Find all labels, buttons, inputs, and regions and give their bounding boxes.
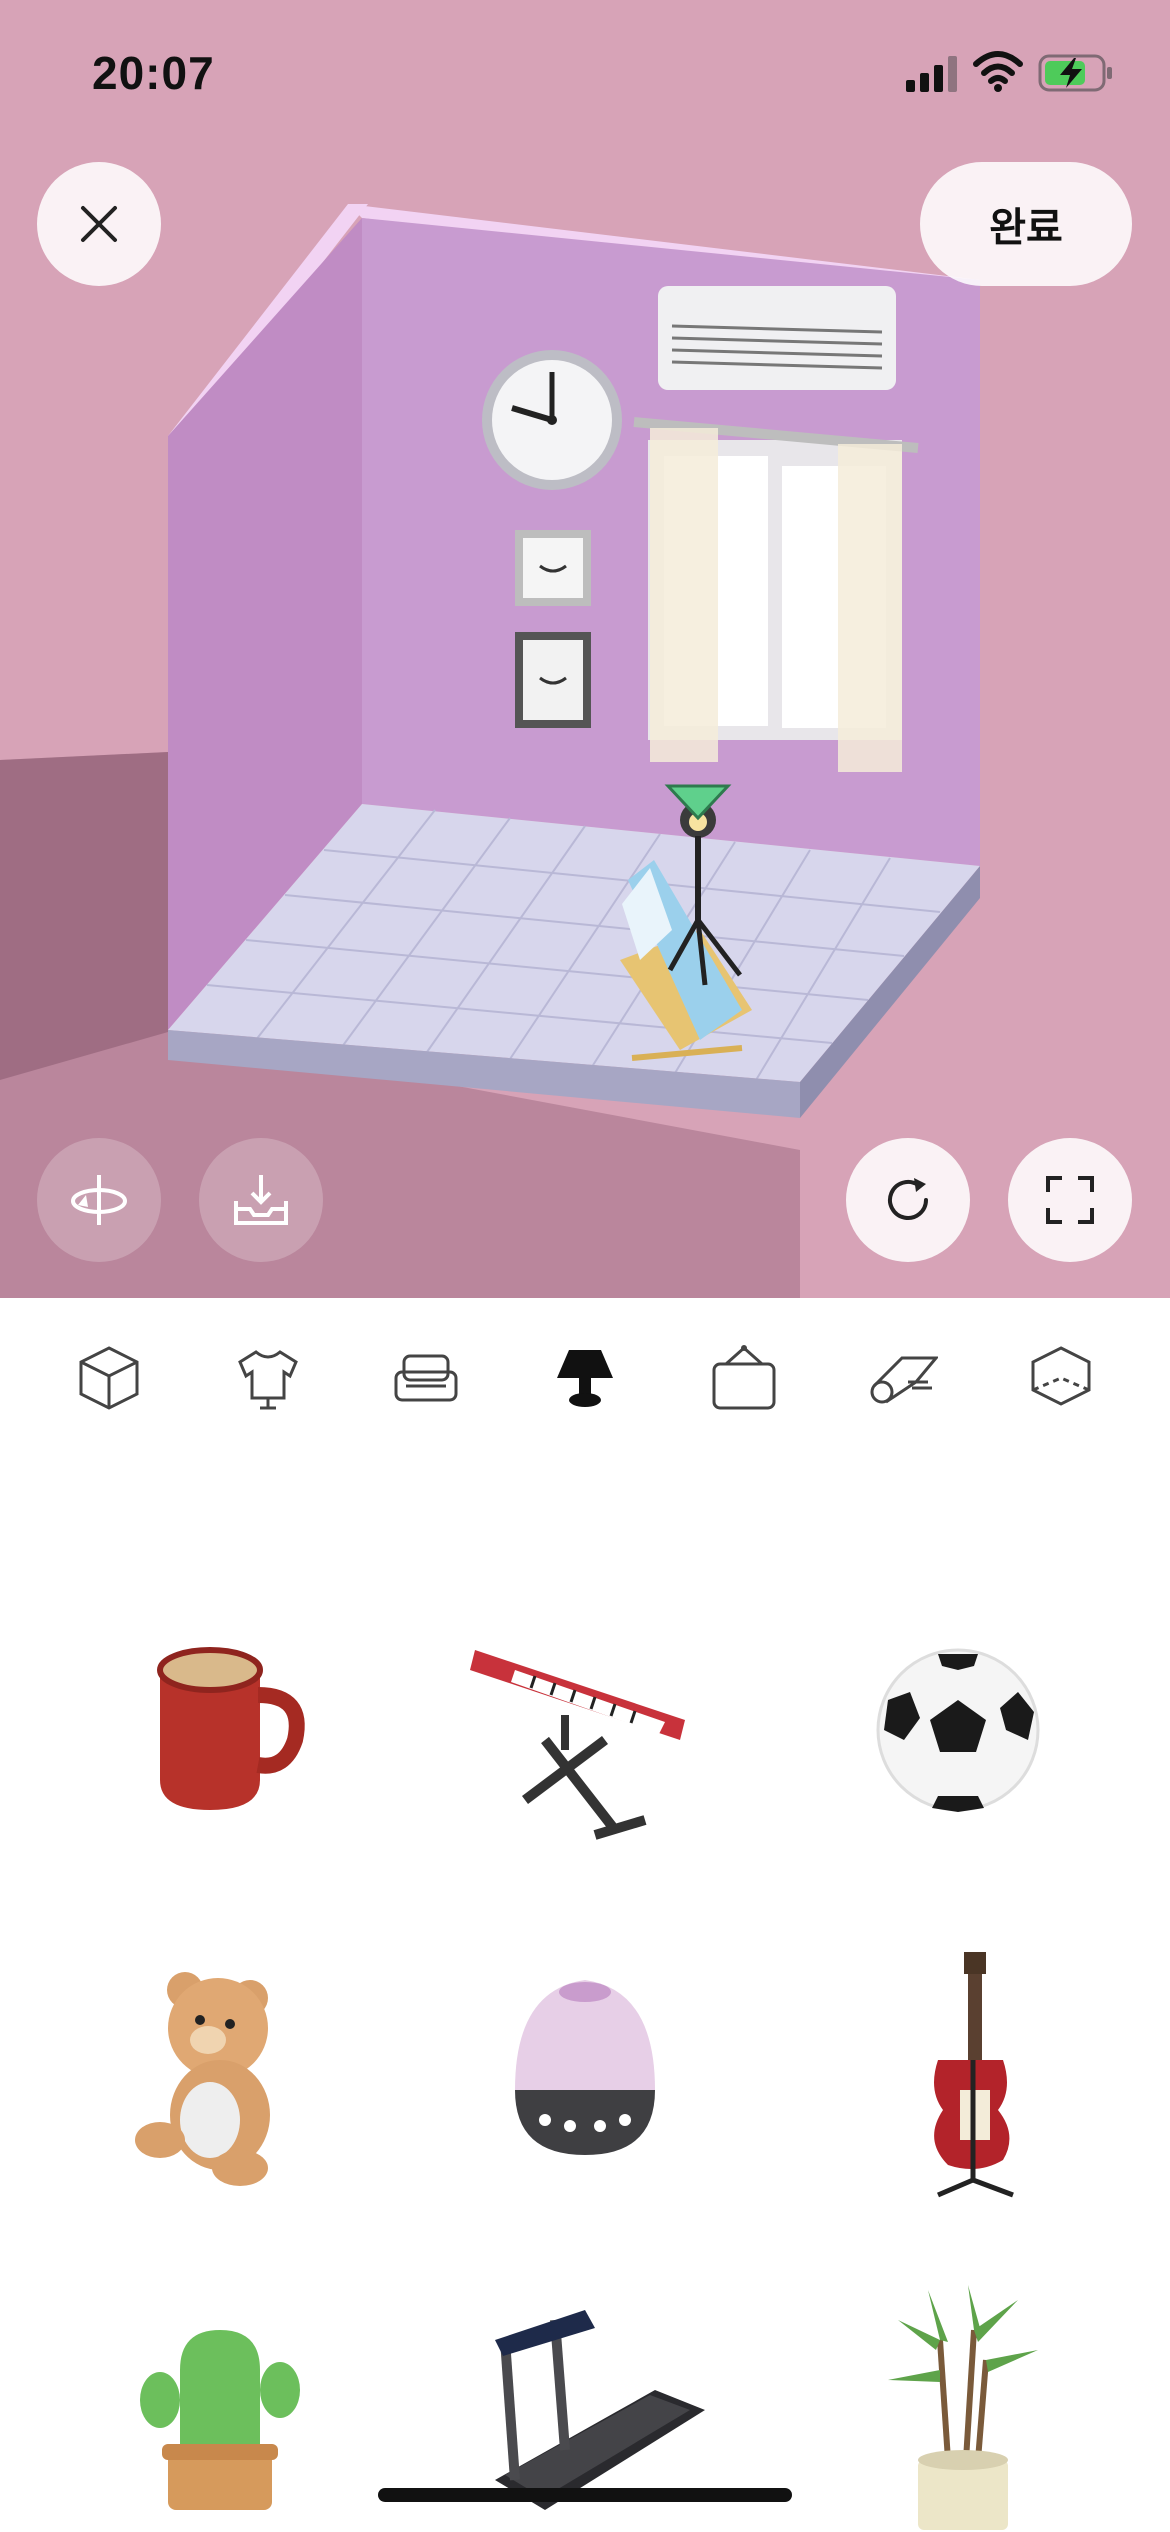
room-editor: 20:07 완료 — [0, 0, 1170, 1298]
tab-furniture[interactable] — [376, 1328, 476, 1428]
save-snapshot-button[interactable] — [199, 1138, 323, 1262]
rotate-view-icon — [71, 1175, 127, 1225]
keyboard-icon — [470, 1650, 685, 1840]
soccer-ball-icon — [876, 1648, 1040, 1812]
expand-icon — [1046, 1176, 1094, 1224]
item-potted-plant[interactable] — [808, 2260, 1108, 2532]
item-soccer-ball[interactable] — [808, 1580, 1108, 1880]
done-button[interactable]: 완료 — [920, 162, 1132, 286]
refresh-icon — [888, 1178, 928, 1220]
guitar-icon — [934, 1952, 1014, 2198]
item-keyboard-stand[interactable] — [435, 1580, 735, 1880]
cube-icon — [79, 1346, 139, 1410]
air-conditioner[interactable] — [658, 286, 896, 390]
shirt-icon — [237, 1350, 298, 1410]
item-egg-lamp[interactable] — [435, 1920, 735, 2220]
mug-icon — [157, 1647, 305, 1810]
rug-roll-icon — [870, 1356, 939, 1404]
item-guitar-stand[interactable] — [808, 1920, 1108, 2220]
window-with-curtains[interactable] — [633, 417, 919, 772]
battery-charging-icon — [1038, 54, 1112, 92]
save-tray-icon — [234, 1175, 288, 1225]
item-grid — [0, 1480, 1170, 2532]
category-bar — [0, 1298, 1170, 1458]
egg-lamp-icon — [515, 1980, 655, 2155]
tab-room-structure[interactable] — [59, 1328, 159, 1428]
status-bar: 20:07 — [0, 0, 1170, 140]
sofa-icon — [394, 1354, 458, 1402]
refresh-button[interactable] — [846, 1138, 970, 1262]
picture-frame-top[interactable] — [515, 530, 591, 606]
teddy-bear-icon — [135, 1972, 270, 2186]
lamp-icon — [556, 1350, 613, 1407]
expand-button[interactable] — [1008, 1138, 1132, 1262]
tab-wall-decor[interactable] — [694, 1328, 794, 1428]
tab-floor[interactable] — [1011, 1328, 1111, 1428]
floor-tile-icon — [1031, 1346, 1091, 1406]
picture-frame-bottom[interactable] — [515, 632, 591, 728]
item-cactus[interactable] — [70, 2260, 370, 2532]
rotate-view-button[interactable] — [37, 1138, 161, 1262]
wall-clock[interactable] — [482, 350, 622, 490]
tab-clothing[interactable] — [218, 1328, 318, 1428]
tab-lighting-and-props[interactable] — [535, 1328, 635, 1428]
close-icon — [81, 206, 117, 242]
potted-plant-icon — [888, 2285, 1038, 2530]
cactus-icon — [140, 2330, 300, 2510]
frame-icon — [712, 1345, 776, 1410]
close-button[interactable] — [37, 162, 161, 286]
item-teddy-bear[interactable] — [70, 1920, 370, 2220]
item-mug[interactable] — [70, 1580, 370, 1880]
status-time: 20:07 — [92, 47, 215, 99]
wifi-icon — [973, 51, 1023, 92]
tab-rug[interactable] — [852, 1328, 952, 1428]
cellular-signal-icon — [906, 56, 957, 92]
home-indicator[interactable] — [378, 2488, 792, 2502]
